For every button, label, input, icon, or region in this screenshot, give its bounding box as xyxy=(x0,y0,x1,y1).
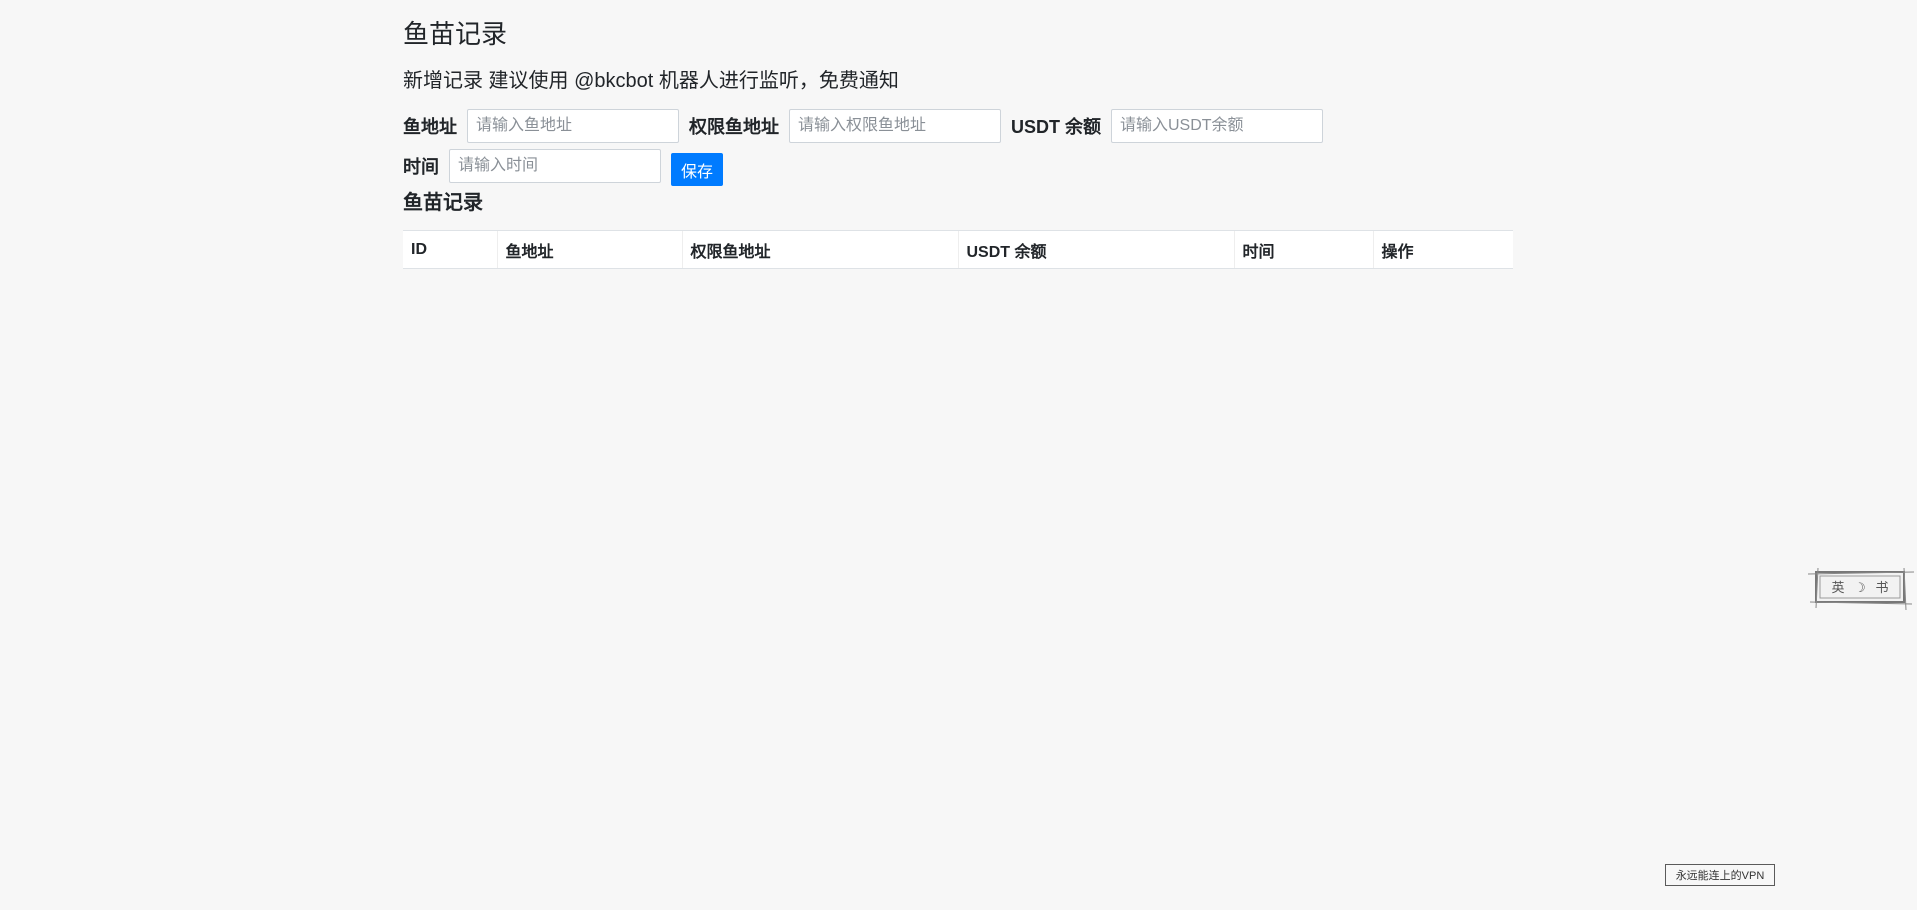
auth-address-input[interactable] xyxy=(789,108,1001,143)
translate-widget[interactable]: 英 ☽ 书 xyxy=(1807,567,1915,611)
column-header-actions: 操作 xyxy=(1372,230,1513,269)
moon-icon: ☽ xyxy=(1854,581,1866,596)
column-header-auth-address: 权限鱼地址 xyxy=(681,230,958,269)
time-input[interactable] xyxy=(449,149,661,183)
page-title: 鱼苗记录 xyxy=(403,19,508,49)
records-section-title: 鱼苗记录 xyxy=(403,192,483,214)
column-header-usdt-balance: USDT 余额 xyxy=(957,230,1234,269)
form-row-1: 鱼地址 权限鱼地址 USDT 余额 xyxy=(403,108,1333,143)
auth-address-label: 权限鱼地址 xyxy=(689,116,779,137)
column-header-id: ID xyxy=(403,230,497,269)
fish-address-label: 鱼地址 xyxy=(403,116,457,137)
book-icon: 书 xyxy=(1875,581,1888,596)
save-button[interactable]: 保存 xyxy=(671,153,724,186)
time-label: 时间 xyxy=(403,157,439,177)
usdt-balance-input[interactable] xyxy=(1111,108,1323,143)
translate-english-icon: 英 xyxy=(1831,581,1844,596)
header-row: ID 鱼地址 权限鱼地址 USDT 余额 时间 操作 xyxy=(403,230,1513,269)
records-table: ID 鱼地址 权限鱼地址 USDT 余额 时间 操作 xyxy=(403,230,1513,269)
column-header-fish-address: 鱼地址 xyxy=(496,230,682,269)
fish-address-input[interactable] xyxy=(467,108,679,143)
column-header-time: 时间 xyxy=(1233,230,1373,269)
records-table-header: ID 鱼地址 权限鱼地址 USDT 余额 时间 操作 xyxy=(403,230,1513,269)
form-row-2: 时间 保存 xyxy=(403,147,724,186)
translate-widget-frame: 英 ☽ 书 xyxy=(1807,567,1915,611)
add-record-subtitle: 新增记录 建议使用 @bkcbot 机器人进行监听，免费通知 xyxy=(403,70,899,92)
vpn-ad-badge[interactable]: 永远能连上的VPN xyxy=(1665,864,1775,886)
usdt-balance-label: USDT 余额 xyxy=(1011,116,1101,137)
